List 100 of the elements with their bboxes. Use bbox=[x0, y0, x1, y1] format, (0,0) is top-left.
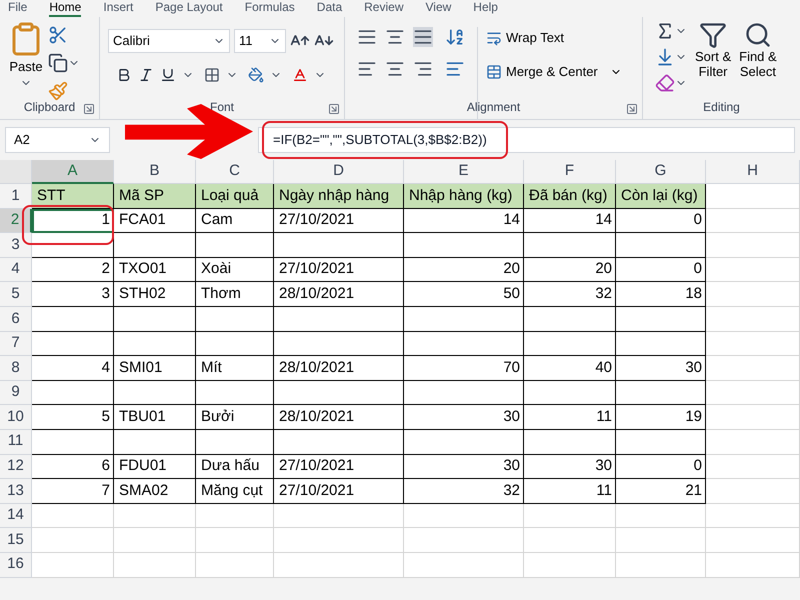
find-select-button[interactable]: Find & Select bbox=[739, 21, 777, 79]
dialog-launcher-icon[interactable] bbox=[626, 103, 638, 115]
font-color-icon[interactable] bbox=[292, 67, 308, 83]
search-icon bbox=[744, 21, 772, 49]
ribbon-tab[interactable]: Data bbox=[316, 0, 342, 17]
row-header[interactable]: 13 bbox=[0, 479, 32, 504]
table-cell: FDU01 bbox=[114, 454, 196, 480]
table-cell: Nhập hàng (kg) bbox=[404, 184, 524, 209]
row-header[interactable]: 8 bbox=[0, 356, 32, 381]
table-cell: 28/10/2021 bbox=[274, 356, 404, 381]
ribbon-tab[interactable]: Review bbox=[364, 0, 404, 17]
row-header[interactable]: 10 bbox=[0, 405, 32, 430]
italic-icon[interactable] bbox=[138, 67, 154, 83]
table-cell: TXO01 bbox=[114, 258, 196, 282]
ribbon-tab[interactable]: Formulas bbox=[244, 0, 295, 17]
table-cell: SMA02 bbox=[114, 479, 196, 504]
bottom-align-icon[interactable] bbox=[413, 27, 433, 47]
copy-icon[interactable] bbox=[48, 53, 68, 73]
table-cell: 0 bbox=[616, 208, 706, 234]
sort-filter-button[interactable]: Sort & Filter bbox=[695, 21, 732, 79]
table-cell: 21 bbox=[616, 479, 706, 504]
dialog-launcher-icon[interactable] bbox=[83, 103, 95, 115]
table-cell: Đã bán (kg) bbox=[524, 184, 616, 209]
table-cell: 30 bbox=[616, 356, 706, 381]
paste-label[interactable]: Paste bbox=[9, 57, 43, 76]
ribbon-tab[interactable]: Insert bbox=[103, 0, 134, 17]
row-header[interactable]: 15 bbox=[0, 528, 32, 553]
table-cell: 30 bbox=[404, 454, 524, 480]
table-cell: 70 bbox=[404, 356, 524, 381]
table-cell: 14 bbox=[524, 208, 616, 234]
row-header[interactable]: 14 bbox=[0, 504, 32, 528]
column-header[interactable]: A bbox=[32, 160, 114, 184]
row-header[interactable]: 3 bbox=[0, 233, 32, 258]
group-label: Clipboard bbox=[24, 99, 76, 116]
ribbon-tab[interactable]: View bbox=[426, 0, 452, 17]
table-cell: 32 bbox=[524, 282, 616, 307]
group-label: Font bbox=[210, 99, 234, 116]
font-size-field[interactable]: 11 bbox=[234, 29, 286, 53]
table-cell: TBU01 bbox=[114, 405, 196, 430]
name-box[interactable]: A2 bbox=[5, 127, 110, 153]
cut-icon[interactable] bbox=[48, 25, 68, 45]
fill-color-icon[interactable] bbox=[248, 67, 264, 83]
row-header[interactable]: 12 bbox=[0, 454, 32, 480]
table-cell: STH02 bbox=[114, 282, 196, 307]
ribbon-tab[interactable]: File bbox=[8, 0, 28, 17]
table-cell: 28/10/2021 bbox=[274, 282, 404, 307]
row-header[interactable]: 7 bbox=[0, 332, 32, 356]
underline-icon[interactable] bbox=[160, 67, 176, 83]
row-header[interactable]: 6 bbox=[0, 306, 32, 332]
dialog-launcher-icon[interactable] bbox=[328, 103, 340, 115]
borders-icon[interactable] bbox=[204, 67, 220, 83]
table-cell: 7 bbox=[32, 479, 114, 504]
table-cell: 1 bbox=[32, 208, 114, 234]
table-cell: 32 bbox=[404, 479, 524, 504]
group-label: Editing bbox=[703, 99, 740, 116]
row-header[interactable]: 9 bbox=[0, 380, 32, 406]
eraser-icon[interactable] bbox=[655, 73, 675, 93]
merge-center-button[interactable]: Merge & Center bbox=[486, 61, 622, 83]
table-cell: 11 bbox=[524, 405, 616, 430]
table-cell: 14 bbox=[404, 208, 524, 234]
table-cell: 19 bbox=[616, 405, 706, 430]
table-cell: Bưởi bbox=[196, 405, 274, 430]
table-cell: 40 bbox=[524, 356, 616, 381]
font-name-field[interactable]: Calibri bbox=[108, 29, 230, 53]
wrap-text-icon bbox=[486, 30, 502, 46]
table-cell: 2 bbox=[32, 258, 114, 282]
table-cell: 20 bbox=[524, 258, 616, 282]
table-cell: 30 bbox=[524, 454, 616, 480]
table-cell: STT bbox=[32, 184, 114, 209]
table-cell: Còn lại (kg) bbox=[616, 184, 706, 209]
ribbon-tab[interactable]: Page Layout bbox=[155, 0, 223, 17]
table-cell: Mã SP bbox=[114, 184, 196, 209]
row-header[interactable]: 1 bbox=[0, 184, 32, 209]
table-cell: 6 bbox=[32, 454, 114, 480]
ribbon-tab[interactable]: Help bbox=[473, 0, 498, 17]
table-cell: SMI01 bbox=[114, 356, 196, 381]
table-cell: 3 bbox=[32, 282, 114, 307]
table-cell: Loại quả bbox=[196, 184, 274, 209]
row-header[interactable]: 16 bbox=[0, 552, 32, 578]
sort-filter-icon bbox=[699, 21, 728, 49]
table-cell: 27/10/2021 bbox=[274, 258, 404, 282]
table-cell: 50 bbox=[404, 282, 524, 307]
table-cell: 27/10/2021 bbox=[274, 208, 404, 234]
row-header[interactable]: 11 bbox=[0, 430, 32, 455]
table-cell: 0 bbox=[616, 454, 706, 480]
table-cell: Dưa hấu bbox=[196, 454, 274, 480]
table-cell: 30 bbox=[404, 405, 524, 430]
row-header[interactable]: 2 bbox=[0, 208, 32, 234]
table-cell: Thơm bbox=[196, 282, 274, 307]
row-header[interactable]: 4 bbox=[0, 258, 32, 282]
wrap-text-button[interactable]: Wrap Text bbox=[486, 27, 622, 49]
table-cell: Ngày nhập hàng bbox=[274, 184, 404, 209]
table-cell: 27/10/2021 bbox=[274, 479, 404, 504]
table-cell: FCA01 bbox=[114, 208, 196, 234]
table-cell: 18 bbox=[616, 282, 706, 307]
table-cell: Xoài bbox=[196, 258, 274, 282]
table-cell: Măng cụt bbox=[196, 479, 274, 504]
row-header[interactable]: 5 bbox=[0, 282, 32, 307]
table-cell: 28/10/2021 bbox=[274, 405, 404, 430]
formula-field[interactable]: =IF(B2="","",SUBTOTAL(3,$B$2:B2)) bbox=[258, 127, 795, 153]
